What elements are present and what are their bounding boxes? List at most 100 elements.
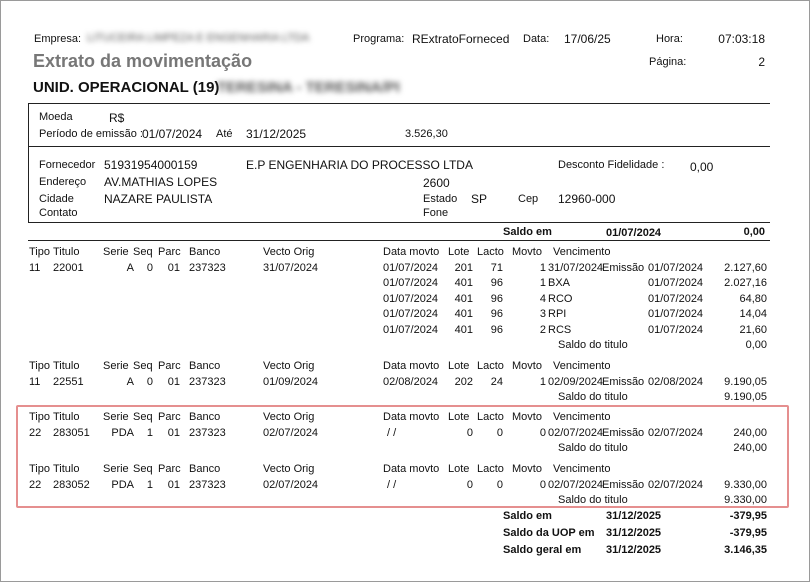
column-header-tipo: Tipo [29,463,50,475]
total-label: Saldo em [503,510,552,522]
cell-movto: 1 [539,376,546,388]
cell-valor: 2.127,60 [724,262,767,274]
cell-descricao: Emissão [602,376,645,388]
fornecedor-label: Fornecedor [39,159,96,171]
periodo-inicio: 01/07/2024 [142,127,203,141]
column-header-movto: Movto [512,411,542,423]
column-header-lacto: Lacto [477,246,504,258]
cell-data-movto: 01/07/2024 [383,292,439,305]
cell-seq: 0 [146,262,153,274]
moeda-value: R$ [109,111,125,125]
column-header-tipo: Tipo [29,360,50,372]
cell-data-lancamento: 01/07/2024 [648,308,704,321]
saldo-titulo-label: Saldo do titulo [558,391,628,404]
cell-data-movto: 01/07/2024 [383,277,439,290]
cell-lacto: 96 [490,277,503,290]
column-header-banco: Banco [189,246,221,258]
cell-serie: PDA [111,427,134,439]
total-label: Saldo geral em [503,544,582,556]
total-value: 3.146,35 [724,544,767,556]
cell-lote: 401 [454,308,473,321]
column-header-movto: Movto [512,463,542,475]
column-header-serie: Serie [103,411,129,423]
cell-lacto: 0 [496,427,503,439]
report-page: Empresa: LITUCEIRA LIMPEZA E ENGENHARIA … [0,0,810,582]
total-date: 31/12/2025 [606,527,662,539]
cell-parc: 01 [167,427,180,439]
cell-valor: 9.190,05 [724,376,767,388]
cell-data-lancamento: 01/07/2024 [648,292,704,305]
cell-movto: 2 [539,323,546,336]
saldo-titulo-value: 240,00 [733,442,767,455]
column-header-lote: Lote [448,411,470,423]
empresa-label: Empresa: [34,33,82,45]
column-header-seq: Seq [133,411,153,423]
cell-valor: 21,60 [739,323,767,336]
column-header-titulo: Titulo [53,411,80,423]
column-header-movto: Movto [512,360,542,372]
cell-valor: 240,00 [733,427,767,439]
cell-vencimento: 02/07/2024 [548,427,604,439]
cell-movto: 1 [539,262,546,274]
total-label: Saldo da UOP em [503,527,595,539]
cell-data-movto: / / [387,427,397,439]
total-date: 31/12/2025 [606,544,662,556]
column-header-titulo: Titulo [53,463,80,475]
cell-titulo: 22551 [53,376,84,388]
cell-data-lancamento: 02/08/2024 [648,376,704,388]
cell-lote: 201 [454,262,473,274]
total-date: 31/12/2025 [606,510,662,522]
saldo-titulo-value: 9.330,00 [724,494,767,507]
data-label: Data: [523,33,550,45]
column-header-parc: Parc [158,246,181,258]
cell-parc: 01 [167,376,180,388]
unidade-value: TERESINA - TERESINA/PI [217,79,400,96]
cell-serie: A [126,376,134,388]
cell-vencimento: 02/07/2024 [548,479,604,491]
cell-movto: 0 [539,427,546,439]
saldo-titulo-label: Saldo do titulo [558,442,628,455]
cell-lacto: 24 [490,376,503,388]
data-value: 17/06/25 [564,32,611,46]
balance-divider [28,240,770,241]
hora-value: 07:03:18 [718,32,765,46]
column-header-banco: Banco [189,360,221,372]
column-header-lacto: Lacto [477,360,504,372]
column-header-serie: Serie [103,360,129,372]
saldo-inicial-label: Saldo em [503,226,552,238]
column-header-serie: Serie [103,463,129,475]
total-value: -379,95 [729,510,767,522]
column-header-tipo: Tipo [29,246,50,258]
column-header-lacto: Lacto [477,411,504,423]
cell-lote: 0 [466,427,473,439]
column-header-parc: Parc [158,360,181,372]
column-header-seq: Seq [133,360,153,372]
periodo-fim: 31/12/2025 [246,127,307,141]
periodo-label: Período de emissão : [39,128,143,140]
report-title: Extrato da movimentação [33,51,253,71]
cell-descricao: Emissão [602,427,645,439]
params-left-border [28,103,29,146]
column-header-titulo: Titulo [53,246,80,258]
saldo-inicial-date: 01/07/2024 [606,227,662,239]
cell-lacto: 0 [496,479,503,491]
cell-tipo: 22 [29,427,42,439]
column-header-vecto: Vecto Orig [263,360,315,372]
saldo-titulo-label: Saldo do titulo [558,339,628,351]
cidade-label: Cidade [39,193,74,205]
pagina-value: 2 [758,55,765,69]
cell-lacto: 71 [490,262,503,274]
pagina-label: Página: [649,56,687,68]
moeda-label: Moeda [39,111,73,123]
cell-data-movto: 01/07/2024 [383,323,439,336]
cell-titulo: 22001 [53,262,84,274]
cell-serie: A [126,262,134,274]
cell-banco: 237323 [189,262,226,274]
saldo-titulo-value: 9.190,05 [724,391,767,404]
cell-data-movto: 01/07/2024 [383,262,439,274]
supplier-divider [28,222,770,223]
estado-label: Estado [423,193,458,205]
cell-data-lancamento: 01/07/2024 [648,262,704,274]
cell-serie: PDA [111,479,134,491]
supplier-left-border [28,146,29,222]
